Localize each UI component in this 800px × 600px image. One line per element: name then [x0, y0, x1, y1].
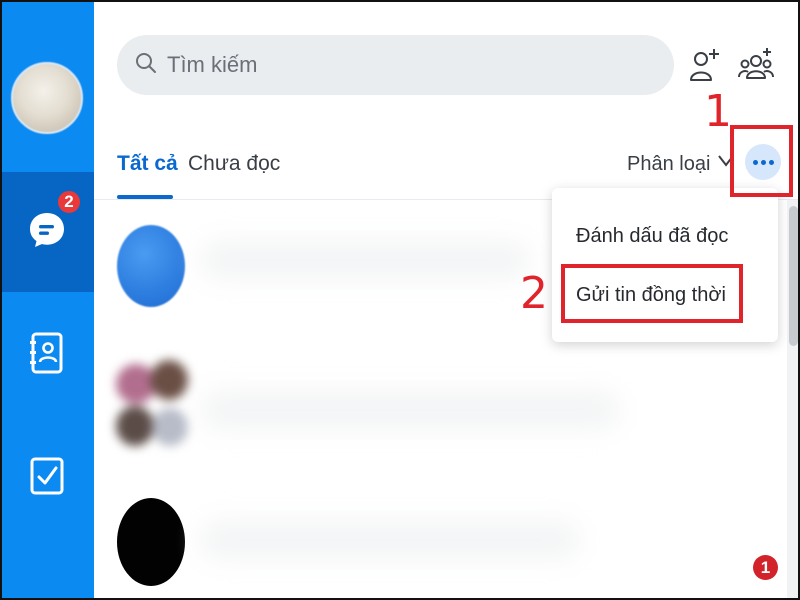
group-member-avatar [116, 406, 154, 446]
search-placeholder: Tìm kiếm [167, 52, 258, 77]
search-icon [135, 52, 157, 79]
zalo-window: 2 Tìm kiếm Tất cả Chưa đọc Phân loại Đán… [0, 0, 800, 600]
search-input[interactable]: Tìm kiếm [117, 35, 674, 95]
conversation-avatar[interactable] [116, 360, 188, 452]
add-friend-button[interactable] [688, 46, 722, 84]
callout-number-2: 2 [520, 268, 548, 319]
callout-number-1: 1 [704, 86, 732, 137]
tab-all[interactable]: Tất cả [117, 152, 178, 176]
tab-unread[interactable]: Chưa đọc [188, 152, 280, 176]
add-group-button[interactable] [738, 46, 774, 84]
filter-dropdown[interactable]: Phân loại [627, 153, 710, 176]
chat-icon [26, 209, 68, 256]
watermark-logo: 1 [753, 555, 778, 580]
conversation-preview[interactable] [200, 240, 530, 280]
conversation-avatar[interactable] [117, 225, 185, 307]
callout-box-step-2 [561, 264, 743, 323]
contact-book-icon [29, 331, 65, 380]
scrollbar-thumb[interactable] [789, 206, 798, 346]
conversation-preview[interactable] [200, 390, 620, 430]
unread-badge: 2 [56, 189, 82, 215]
sidebar-item-messages[interactable] [0, 172, 94, 292]
group-member-avatar [152, 408, 188, 446]
add-group-icon [738, 48, 774, 88]
sidebar-item-todo[interactable] [0, 418, 94, 538]
callout-box-step-1 [730, 125, 793, 197]
avatar[interactable] [11, 62, 83, 134]
group-member-avatar [150, 360, 188, 400]
menu-item-mark-read[interactable]: Đánh dấu đã đọc [576, 225, 728, 248]
sidebar-item-contacts[interactable] [0, 295, 94, 415]
conversation-avatar[interactable] [117, 498, 185, 586]
conversation-preview[interactable] [200, 520, 580, 560]
sidebar: 2 [0, 0, 94, 600]
checkbox-icon [29, 456, 65, 501]
